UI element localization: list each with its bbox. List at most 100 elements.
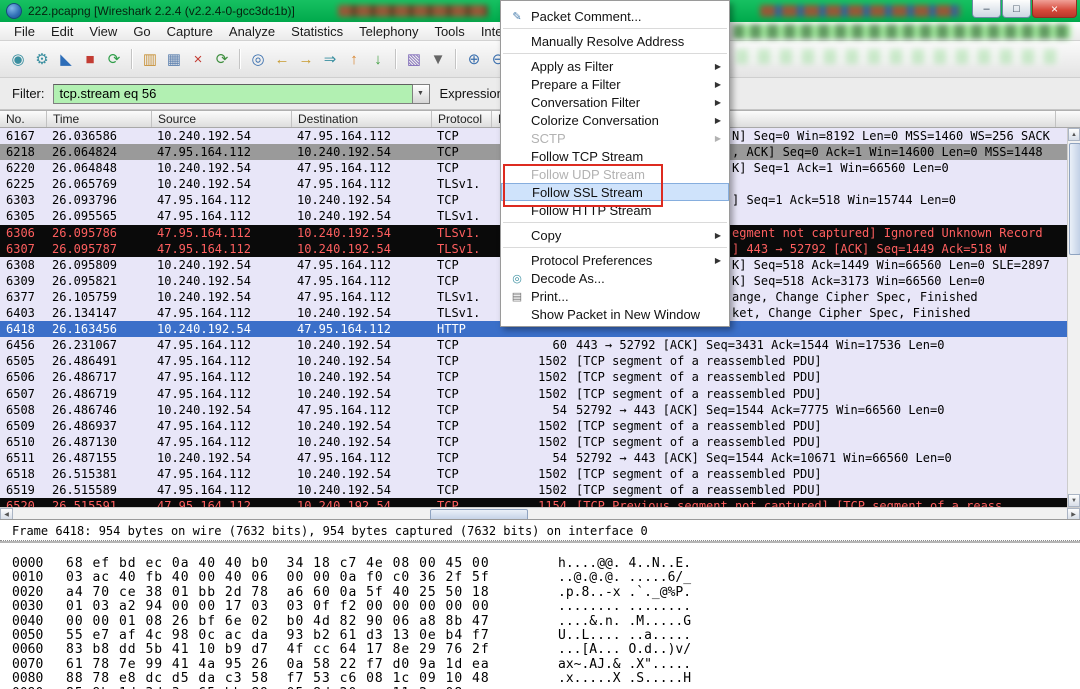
menu-telephony[interactable]: Telephony <box>351 24 426 39</box>
menu-item-prepare-a-filter[interactable]: Prepare a Filter ▶ <box>501 75 729 93</box>
menu-item-label: Show Packet in New Window <box>531 306 701 322</box>
scroll-up-icon[interactable]: ▲ <box>1068 128 1080 141</box>
go-forward-icon[interactable]: → <box>295 48 317 70</box>
menu-tools[interactable]: Tools <box>426 24 472 39</box>
menu-item-protocol-preferences[interactable]: Protocol Preferences ▶ <box>501 251 729 269</box>
column-header-time[interactable]: Time <box>47 111 152 127</box>
packet-list-vscrollbar[interactable]: ▲ ▼ <box>1067 128 1080 507</box>
column-header-protocol[interactable]: Protocol <box>432 111 492 127</box>
menu-item-copy[interactable]: Copy ▶ <box>501 226 729 244</box>
reload-file-icon[interactable]: ⟳ <box>211 48 233 70</box>
go-to-packet-icon[interactable]: ⇒ <box>319 48 341 70</box>
maximize-button[interactable]: □ <box>1002 0 1031 18</box>
open-file-icon[interactable]: ▥ <box>139 48 161 70</box>
cell-time: 26.486746 <box>52 402 118 417</box>
column-header-source[interactable]: Source <box>152 111 292 127</box>
close-button[interactable]: × <box>1032 0 1077 18</box>
auto-scroll-icon[interactable]: ▼ <box>427 48 449 70</box>
cell-info: [TCP segment of a reassembled PDU] <box>576 370 822 385</box>
column-header-no[interactable]: No. <box>0 111 47 127</box>
cell-time: 26.515381 <box>52 466 118 481</box>
menu-item-follow-tcp-stream[interactable]: Follow TCP Stream <box>501 147 729 165</box>
cell-destination: 10.240.192.54 <box>297 434 391 449</box>
menu-capture[interactable]: Capture <box>159 24 221 39</box>
hex-row[interactable]: 0000 68 ef bd ec 0a 40 40 b0 34 18 c7 4e … <box>12 556 1080 571</box>
hex-row[interactable]: 0010 03 ac 40 fb 40 00 40 06 00 00 0a f0 … <box>12 570 1080 585</box>
packet-row[interactable]: 6518 26.515381 47.95.164.112 10.240.192.54 T… <box>0 465 1067 483</box>
minimize-button[interactable]: – <box>972 0 1001 18</box>
menu-go[interactable]: Go <box>125 24 158 39</box>
packet-row[interactable]: 6506 26.486717 47.95.164.112 10.240.192.54 T… <box>0 369 1067 386</box>
cell-time: 26.095809 <box>52 257 118 272</box>
menu-item-follow-ssl-stream[interactable]: Follow SSL Stream <box>501 183 729 201</box>
capture-options-icon[interactable]: ⚙ <box>31 48 53 70</box>
packet-row[interactable]: 6507 26.486719 47.95.164.112 10.240.192.54 T… <box>0 385 1067 402</box>
menu-edit[interactable]: Edit <box>43 24 81 39</box>
submenu-arrow-icon: ▶ <box>714 79 721 89</box>
menu-analyze[interactable]: Analyze <box>221 24 283 39</box>
packet-row[interactable]: 6456 26.231067 47.95.164.112 10.240.192.54 T… <box>0 337 1067 354</box>
packet-row[interactable]: 6520 26.515591 47.95.164.112 10.240.192.54 T… <box>0 498 1067 507</box>
save-file-icon[interactable]: ▦ <box>163 48 185 70</box>
cell-time: 26.231067 <box>52 338 118 353</box>
cell-source: 47.95.164.112 <box>157 434 251 449</box>
hex-row[interactable]: 0070 61 78 7e 99 41 4a 95 26 0a 58 22 f7 … <box>12 657 1080 672</box>
cell-protocol: TLSv1. <box>437 306 481 321</box>
scroll-down-icon[interactable]: ▼ <box>1068 494 1080 507</box>
menu-view[interactable]: View <box>81 24 125 39</box>
hex-bytes: a4 70 ce 38 01 bb 2d 78 a6 60 0a 5f 40 2… <box>66 584 490 600</box>
vscroll-thumb[interactable] <box>1069 143 1080 255</box>
go-back-icon[interactable]: ← <box>271 48 293 70</box>
cell-info: 443 → 52792 [ACK] Seq=3431 Ack=1544 Win=… <box>576 338 945 353</box>
cell-length: 1502 <box>538 418 567 433</box>
menu-statistics[interactable]: Statistics <box>283 24 351 39</box>
frame-detail-row[interactable]: Frame 6418: 954 bytes on wire (7632 bits… <box>0 520 1080 538</box>
cell-source: 47.95.164.112 <box>157 193 251 208</box>
menu-item-conversation-filter[interactable]: Conversation Filter ▶ <box>501 93 729 111</box>
hex-row[interactable]: 0080 88 78 e8 dc d5 da c3 58 f7 53 c6 08 … <box>12 671 1080 686</box>
hex-row[interactable]: 0020 a4 70 ce 38 01 bb 2d 78 a6 60 0a 5f … <box>12 584 1080 600</box>
zoom-in-icon[interactable]: ⊕ <box>463 48 485 70</box>
menu-item-label: Prepare a Filter <box>531 76 621 92</box>
menu-item-manually-resolve-address[interactable]: Manually Resolve Address <box>501 32 729 50</box>
menu-item-follow-http-stream[interactable]: Follow HTTP Stream <box>501 201 729 219</box>
hex-row[interactable]: 0040 00 00 01 08 26 bf 6e 02 b0 4d 82 90 … <box>12 614 1080 629</box>
stop-capture-icon[interactable]: ■ <box>79 48 101 70</box>
packet-row[interactable]: 6511 26.487155 10.240.192.54 47.95.164.112 T… <box>0 449 1067 466</box>
menu-item-show-packet-in-new-window[interactable]: Show Packet in New Window <box>501 305 729 323</box>
filter-dropdown-button[interactable]: ▼ <box>412 83 430 104</box>
list-interfaces-icon[interactable]: ◉ <box>7 48 29 70</box>
colorize-icon[interactable]: ▧ <box>403 48 425 70</box>
hex-ascii: ........ ........ <box>558 599 692 615</box>
hex-row[interactable]: 0050 55 e7 af 4c 98 0c ac da 93 b2 61 d3 … <box>12 628 1080 643</box>
column-header-destination[interactable]: Destination <box>292 111 432 127</box>
filter-input[interactable]: tcp.stream eq 56 <box>52 83 413 104</box>
menu-item-apply-as-filter[interactable]: Apply as Filter ▶ <box>501 57 729 75</box>
cell-source: 47.95.164.112 <box>157 241 251 256</box>
cell-source: 47.95.164.112 <box>157 499 251 507</box>
packet-row[interactable]: 6519 26.515589 47.95.164.112 10.240.192.54 T… <box>0 482 1067 499</box>
cell-source: 10.240.192.54 <box>157 273 251 288</box>
packet-row[interactable]: 6509 26.486937 47.95.164.112 10.240.192.54 T… <box>0 417 1067 434</box>
start-capture-icon[interactable]: ◣ <box>55 48 77 70</box>
menu-item-packet-comment[interactable]: ✎ Packet Comment... <box>501 7 729 25</box>
menu-item-print[interactable]: ▤ Print... <box>501 287 729 305</box>
menu-item-colorize-conversation[interactable]: Colorize Conversation ▶ <box>501 111 729 129</box>
hex-row[interactable]: 0060 83 b8 dd 5b 41 10 b9 d7 4f cc 64 17 … <box>12 642 1080 657</box>
close-file-icon[interactable]: × <box>187 48 209 70</box>
packet-row[interactable]: 6508 26.486746 10.240.192.54 47.95.164.112 T… <box>0 401 1067 418</box>
cell-source: 47.95.164.112 <box>157 225 251 240</box>
find-packet-icon[interactable]: ◎ <box>247 48 269 70</box>
menu-item-label: Follow HTTP Stream <box>531 202 652 218</box>
packet-row[interactable]: 6505 26.486491 47.95.164.112 10.240.192.54 T… <box>0 353 1067 370</box>
wireshark-app-icon <box>6 3 22 19</box>
cell-source: 47.95.164.112 <box>157 306 251 321</box>
cell-time: 26.105759 <box>52 289 118 304</box>
restart-capture-icon[interactable]: ⟳ <box>103 48 125 70</box>
menu-file[interactable]: File <box>6 24 43 39</box>
packet-row[interactable]: 6510 26.487130 47.95.164.112 10.240.192.54 T… <box>0 433 1067 450</box>
go-to-top-icon[interactable]: ↑ <box>343 48 365 70</box>
go-to-bottom-icon[interactable]: ↓ <box>367 48 389 70</box>
menu-item-decode-as[interactable]: ◎ Decode As... <box>501 269 729 287</box>
hex-row[interactable]: 0030 01 03 a2 94 00 00 17 03 03 0f f2 00 … <box>12 599 1080 615</box>
